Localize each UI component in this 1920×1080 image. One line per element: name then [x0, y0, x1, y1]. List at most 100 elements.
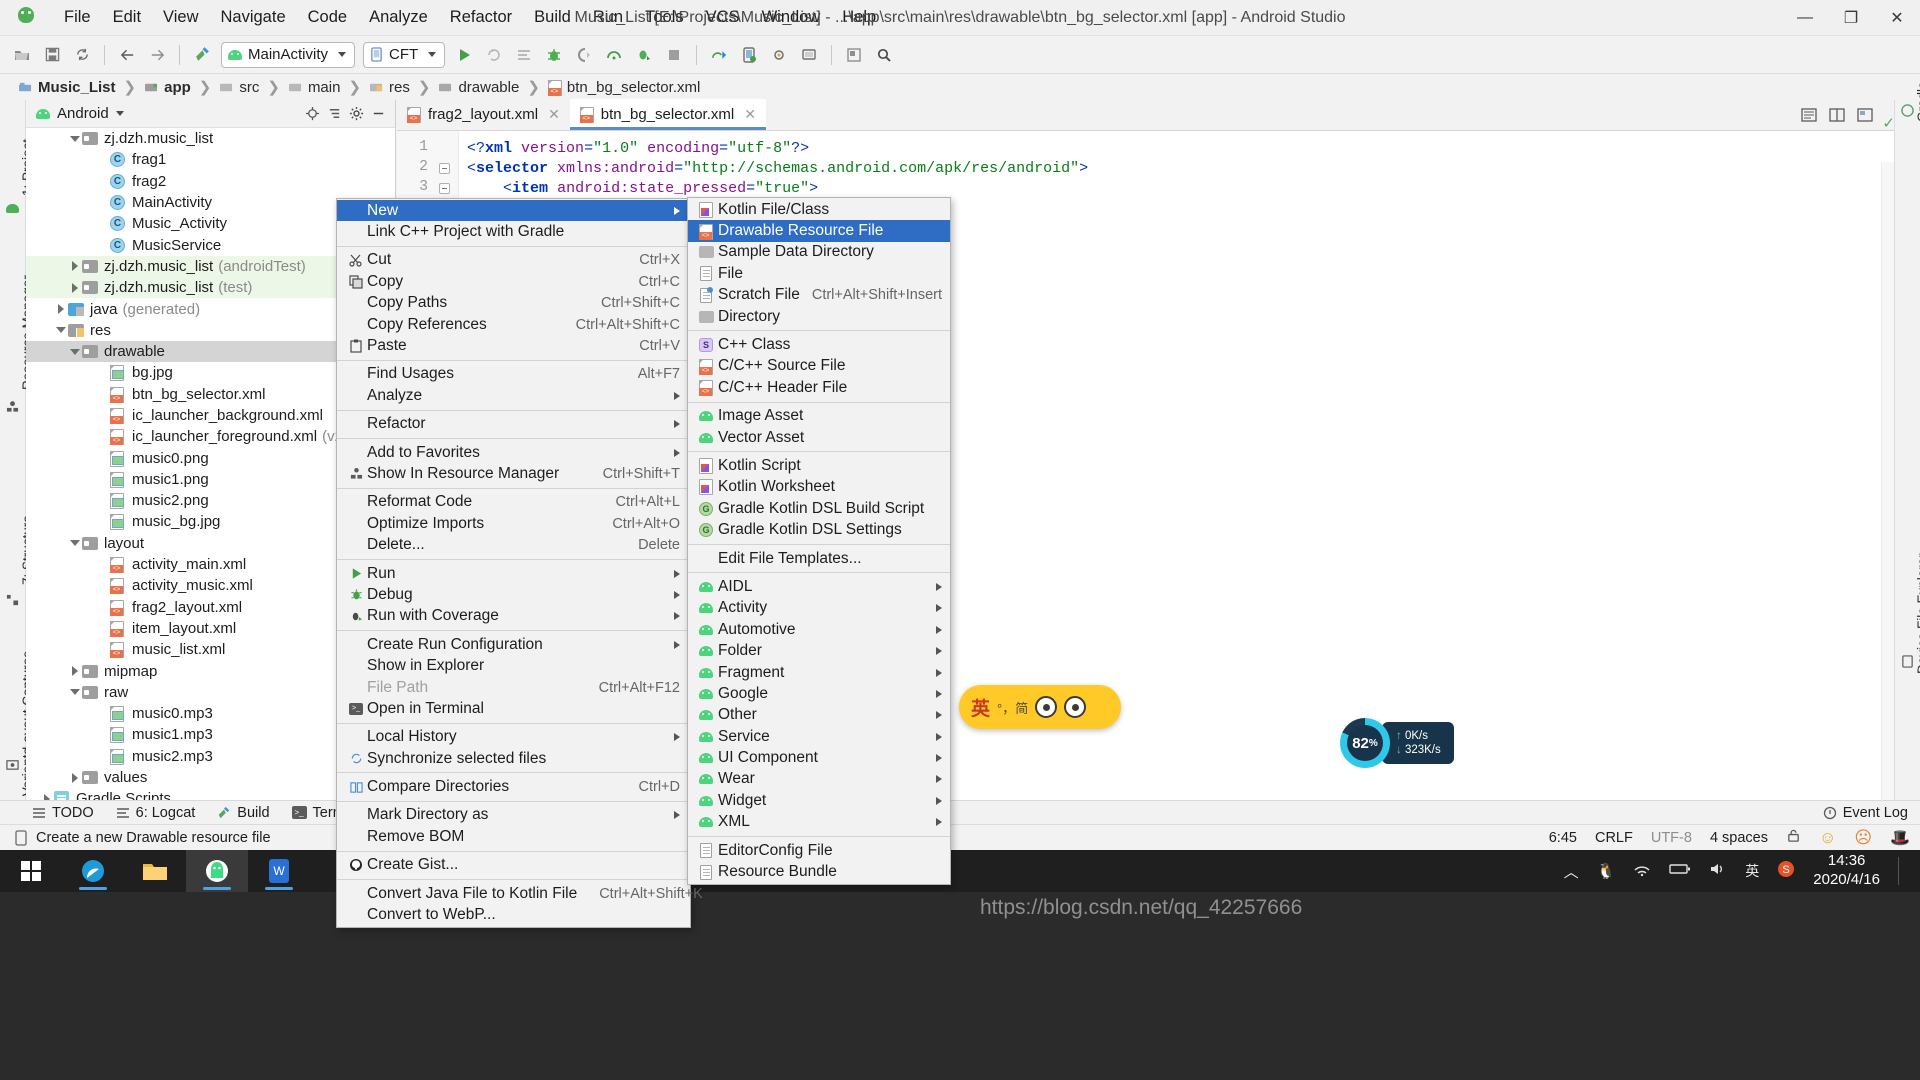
submenu-item[interactable]: UI Component [688, 747, 950, 768]
breadcrumb-item-file[interactable]: btn_bg_selector.xml [544, 78, 704, 97]
context-menu-item[interactable]: Convert Java File to Kotlin FileCtrl+Alt… [337, 883, 690, 904]
context-menu-item[interactable]: Reformat CodeCtrl+Alt+L [337, 492, 690, 513]
submenu-item[interactable]: Scratch FileCtrl+Alt+Shift+Insert [688, 285, 950, 306]
submenu-item[interactable]: XML [688, 812, 950, 833]
menu-edit[interactable]: Edit [102, 4, 152, 31]
hide-icon[interactable] [367, 103, 389, 125]
context-menu-item[interactable]: Convert to WebP... [337, 904, 690, 925]
context-menu-item[interactable]: Run with Coverage [337, 606, 690, 627]
settings-gear-icon[interactable] [345, 103, 367, 125]
context-menu-item[interactable]: Refactor [337, 414, 690, 435]
submenu-item[interactable]: Image Asset [688, 406, 950, 427]
bottom-item-build[interactable]: Build [217, 805, 269, 821]
submenu-item[interactable]: Automotive [688, 619, 950, 640]
chevron-right-icon[interactable] [68, 664, 82, 678]
submenu-item[interactable]: Vector Asset [688, 427, 950, 448]
context-menu-item[interactable]: Create Run Configuration [337, 634, 690, 655]
line-separator[interactable]: CRLF [1595, 830, 1633, 846]
apply-code-changes-icon[interactable] [510, 41, 538, 69]
back-arrow-icon[interactable] [113, 41, 141, 69]
submenu-item[interactable]: Other [688, 705, 950, 726]
context-menu-item[interactable]: Mark Directory as [337, 805, 690, 826]
submenu-item[interactable]: Edit File Templates... [688, 548, 950, 569]
collapse-all-icon[interactable] [323, 103, 345, 125]
fold-icon[interactable] [439, 183, 450, 194]
submenu-item[interactable]: Drawable Resource File [688, 220, 950, 241]
design-view-icon[interactable] [1854, 105, 1876, 125]
indent-setting[interactable]: 4 spaces [1710, 830, 1768, 846]
menu-navigate[interactable]: Navigate [210, 4, 297, 31]
chevron-right-icon[interactable] [54, 302, 68, 316]
tree-node[interactable]: zj.dzh.music_list [26, 128, 395, 149]
bottom-item-logcat[interactable]: 6: Logcat [116, 805, 196, 821]
stop-icon[interactable] [660, 41, 688, 69]
submenu-item[interactable]: GGradle Kotlin DSL Build Script [688, 498, 950, 519]
context-menu-item[interactable]: Copy ReferencesCtrl+Alt+Shift+C [337, 314, 690, 335]
show-desktop-button[interactable] [1898, 857, 1906, 885]
chevron-right-icon[interactable] [68, 259, 82, 273]
split-view-icon[interactable] [1826, 105, 1848, 125]
editor-tab[interactable]: frag2_layout.xml✕ [397, 99, 570, 130]
close-icon[interactable]: ✕ [548, 106, 560, 123]
editor-tab[interactable]: btn_bg_selector.xml✕ [570, 99, 766, 130]
rail-item-gradle[interactable]: Gradle [1915, 81, 1920, 122]
submenu-item[interactable]: File [688, 263, 950, 284]
minimize-button[interactable]: — [1782, 0, 1828, 36]
submenu-item[interactable]: C/C++ Header File [688, 377, 950, 398]
file-explorer-icon[interactable] [124, 850, 186, 892]
battery-icon[interactable] [1669, 862, 1691, 880]
open-folder-icon[interactable] [8, 41, 36, 69]
chevron-down-icon[interactable] [68, 132, 82, 146]
file-encoding[interactable]: UTF-8 [1651, 830, 1692, 846]
network-icon[interactable] [1633, 861, 1651, 881]
run-icon[interactable] [450, 41, 478, 69]
context-menu-item[interactable]: Debug [337, 584, 690, 605]
sdk-tools-icon[interactable] [765, 41, 793, 69]
context-menu-item[interactable]: Analyze [337, 385, 690, 406]
submenu-item[interactable]: Wear [688, 769, 950, 790]
submenu-item[interactable]: Resource Bundle [688, 861, 950, 882]
layout-inspector-icon[interactable] [840, 41, 868, 69]
avd-manager-icon[interactable] [735, 41, 763, 69]
submenu-item[interactable]: Kotlin File/Class [688, 199, 950, 220]
context-menu-item[interactable]: >_Open in Terminal [337, 698, 690, 719]
tree-node[interactable]: Cfrag2 [26, 171, 395, 192]
sogou-icon[interactable]: S [1777, 860, 1795, 882]
submenu-item[interactable]: Kotlin Script [688, 455, 950, 476]
debug-icon[interactable] [540, 41, 568, 69]
apply-changes-icon[interactable] [480, 41, 508, 69]
network-speed-widget[interactable]: 82% ↑ 0K/s ↓ 323K/s [1340, 718, 1458, 768]
submenu-item[interactable]: Google [688, 683, 950, 704]
close-button[interactable]: ✕ [1874, 0, 1920, 36]
context-menu-item[interactable]: Show in Explorer [337, 655, 690, 676]
maximize-button[interactable]: ❐ [1828, 0, 1874, 36]
chevron-down-icon[interactable] [54, 323, 68, 337]
submenu-item[interactable]: EditorConfig File [688, 840, 950, 861]
menu-analyze[interactable]: Analyze [358, 4, 439, 31]
new-submenu[interactable]: Kotlin File/ClassDrawable Resource File S… [687, 197, 951, 885]
breadcrumb-item-drawable[interactable]: drawable [434, 78, 523, 97]
close-icon[interactable]: ✕ [744, 106, 756, 123]
context-menu-item[interactable]: Remove BOM [337, 826, 690, 847]
sdk-manager-icon[interactable] [705, 41, 733, 69]
ime-icon[interactable]: 英 [1745, 861, 1759, 881]
taskbar-clock[interactable]: 14:36 2020/4/16 [1813, 852, 1880, 890]
context-menu-item[interactable]: CutCtrl+X [337, 250, 690, 271]
menu-file[interactable]: File [53, 4, 102, 31]
context-menu-item[interactable]: Link C++ Project with Gradle [337, 221, 690, 242]
menu-view[interactable]: View [152, 4, 209, 31]
forward-arrow-icon[interactable] [143, 41, 171, 69]
run-configuration-selector[interactable]: MainActivity [221, 42, 355, 68]
context-menu-item[interactable]: Optimize ImportsCtrl+Alt+O [337, 513, 690, 534]
attach-debugger-icon[interactable] [570, 41, 598, 69]
android-studio-icon[interactable] [186, 850, 248, 892]
context-menu-item[interactable]: Delete...Delete [337, 534, 690, 555]
volume-icon[interactable] [1709, 861, 1727, 881]
rail-item-device-file-explorer[interactable]: Device File Explorer [1915, 553, 1920, 674]
profiler-icon[interactable] [600, 41, 628, 69]
device-explorer-icon[interactable] [795, 41, 823, 69]
context-menu-item[interactable]: Find UsagesAlt+F7 [337, 364, 690, 385]
sync-icon[interactable] [68, 41, 96, 69]
windows-start-icon[interactable] [0, 850, 62, 892]
submenu-item[interactable]: Directory [688, 306, 950, 327]
